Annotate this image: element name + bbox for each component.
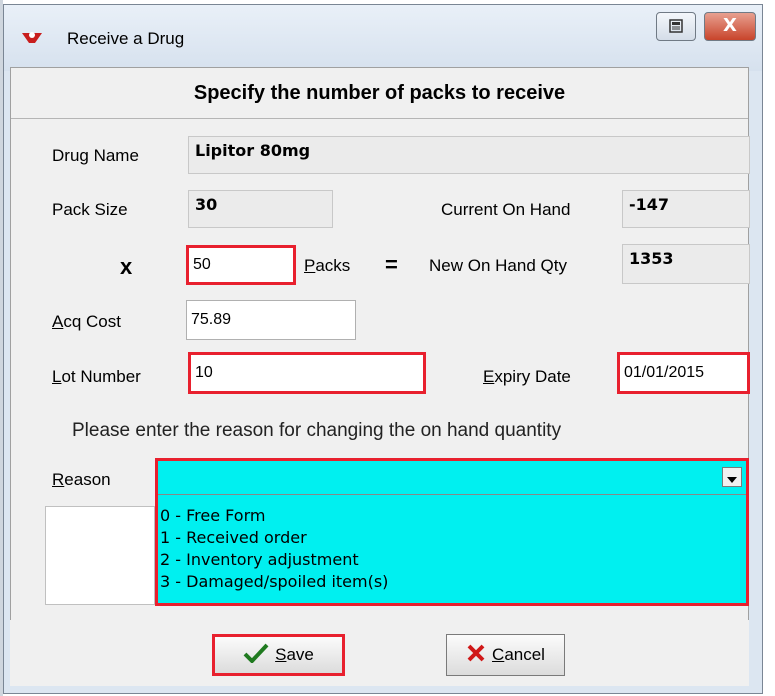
reason-dropdown[interactable]: 0 - Free Form 1 - Received order 2 - Inv… — [155, 458, 749, 606]
restore-icon — [657, 19, 695, 44]
expiry-date-label-rest: xpiry Date — [494, 367, 571, 386]
current-on-hand-field: -147 — [622, 190, 750, 228]
window-title: Receive a Drug — [67, 29, 185, 48]
reason-option[interactable]: 1 - Received order — [160, 528, 307, 547]
close-icon: X — [723, 15, 737, 36]
current-on-hand-label: Current On Hand — [441, 200, 571, 219]
drug-app-icon — [21, 29, 43, 49]
cancel-label: Cancel — [492, 645, 545, 665]
drug-name-field: Lipitor 80mg — [188, 136, 750, 174]
restore-button[interactable] — [656, 12, 696, 41]
title-bar[interactable]: Receive a Drug X — [4, 5, 762, 71]
multiply-symbol: x — [120, 254, 133, 279]
new-on-hand-field: 1353 — [622, 244, 750, 284]
close-button[interactable]: X — [704, 12, 756, 41]
save-button[interactable]: Save — [212, 634, 345, 676]
save-label-rest: ave — [286, 645, 314, 664]
chevron-down-icon — [727, 468, 737, 487]
expiry-date-label: Expiry Date — [483, 367, 571, 387]
acq-cost-label-rest: cq Cost — [63, 312, 121, 331]
button-bar — [10, 620, 749, 686]
notes-textarea[interactable] — [45, 506, 155, 605]
new-on-hand-label: New On Hand Qty — [429, 256, 567, 275]
cancel-label-rest: ancel — [504, 645, 545, 664]
packs-label: Packs — [304, 256, 350, 276]
reason-label: Reason — [52, 470, 111, 490]
reason-option[interactable]: 0 - Free Form — [160, 506, 265, 525]
drug-name-label: Drug Name — [52, 146, 139, 165]
dropdown-button[interactable] — [722, 467, 742, 487]
page-title: Specify the number of packs to receive — [11, 68, 748, 119]
lot-number-input[interactable] — [188, 352, 426, 394]
acq-cost-mnemonic: A — [52, 312, 64, 331]
equals-symbol: = — [385, 252, 398, 277]
pack-size-label: Pack Size — [52, 200, 128, 219]
reason-option[interactable]: 3 - Damaged/spoiled item(s) — [160, 572, 388, 591]
reason-mnemonic: R — [52, 470, 65, 489]
reason-option[interactable]: 2 - Inventory adjustment — [160, 550, 359, 569]
save-mnemonic: S — [275, 645, 287, 664]
checkmark-icon — [243, 643, 269, 668]
expiry-date-input[interactable] — [617, 352, 750, 394]
lot-number-label: Lot Number — [52, 367, 141, 387]
packs-label-mnemonic: P — [304, 256, 316, 275]
packs-label-rest: acks — [315, 256, 351, 275]
cancel-mnemonic: C — [492, 645, 505, 664]
cancel-button[interactable]: Cancel — [446, 634, 565, 676]
expiry-date-mnemonic: E — [483, 367, 495, 386]
acq-cost-label: Acq Cost — [52, 312, 121, 332]
lot-number-label-rest: ot Number — [61, 367, 141, 386]
x-icon — [466, 643, 486, 668]
packs-input[interactable] — [186, 245, 296, 285]
reason-label-rest: eason — [64, 470, 111, 489]
save-label: Save — [275, 645, 314, 665]
reason-prompt: Please enter the reason for changing the… — [72, 420, 562, 441]
acq-cost-input[interactable] — [186, 300, 356, 340]
reason-select[interactable] — [158, 461, 746, 495]
pack-size-field: 30 — [188, 190, 333, 228]
